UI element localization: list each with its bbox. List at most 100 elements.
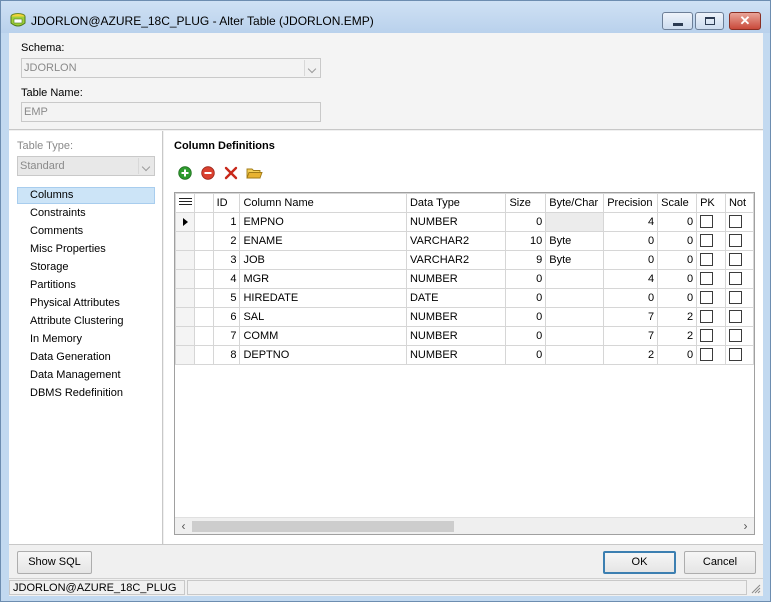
cell-not-null[interactable] [724,231,754,251]
pk-checkbox[interactable] [700,310,714,324]
not-null-checkbox[interactable] [728,329,742,343]
cell-precision[interactable]: 0 [603,288,659,308]
pk-checkbox[interactable] [700,253,714,267]
cell-not-null[interactable] [724,250,754,270]
cell-precision[interactable]: 7 [603,307,659,327]
cell-not-null[interactable] [724,345,754,365]
add-icon[interactable] [178,166,192,180]
cell-byte-char[interactable] [545,345,605,365]
scroll-left-icon[interactable]: ‹ [176,519,191,534]
not-null-checkbox[interactable] [728,272,742,286]
cell-size[interactable]: 0 [505,288,547,308]
cell-precision[interactable]: 4 [603,269,659,289]
cell-column-name[interactable]: HIREDATE [239,288,407,308]
nav-item-storage[interactable]: Storage [17,259,155,276]
header-scale[interactable]: Scale [657,193,698,213]
cell-precision[interactable]: 7 [603,326,659,346]
header-id[interactable]: ID [212,193,241,213]
cell-pk[interactable] [696,326,726,346]
cell-data-type[interactable]: NUMBER [405,345,507,365]
table-row[interactable]: 6 SAL NUMBER 0 7 2 [175,307,754,327]
cell-byte-char[interactable] [545,288,605,308]
cell-scale[interactable]: 2 [657,307,698,327]
cell-not-null[interactable] [724,326,754,346]
not-null-checkbox[interactable] [728,234,742,248]
cell-size[interactable]: 0 [505,307,547,327]
table-type-dropdown[interactable]: Standard [17,156,155,176]
pk-checkbox[interactable] [700,272,714,286]
row-header[interactable] [175,231,195,251]
cell-size[interactable]: 0 [505,269,547,289]
table-name-field[interactable]: EMP [21,102,321,122]
cell-size[interactable]: 9 [505,250,547,270]
row-header[interactable] [175,269,195,289]
row-header[interactable] [175,250,195,270]
cell-column-name[interactable]: EMPNO [239,212,407,232]
cell-byte-char[interactable] [545,307,605,327]
not-null-checkbox[interactable] [728,348,742,362]
cell-data-type[interactable]: NUMBER [405,212,507,232]
table-row[interactable]: 1 EMPNO NUMBER 0 4 0 [175,212,754,232]
grid-menu-header[interactable] [175,193,195,213]
table-row[interactable]: 4 MGR NUMBER 0 4 0 [175,269,754,289]
show-sql-button[interactable]: Show SQL [17,551,92,574]
nav-item-in-memory[interactable]: In Memory [17,331,155,348]
ok-button[interactable]: OK [603,551,676,574]
nav-item-physical-attributes[interactable]: Physical Attributes [17,295,155,312]
cell-byte-char[interactable]: Byte [545,250,605,270]
maximize-button[interactable] [695,12,724,30]
cell-pk[interactable] [696,307,726,327]
cell-size[interactable]: 0 [505,212,547,232]
remove-icon[interactable] [201,166,215,180]
delete-icon[interactable] [224,166,238,180]
nav-item-data-management[interactable]: Data Management [17,367,155,384]
cell-byte-char[interactable] [545,326,605,346]
cell-scale[interactable]: 0 [657,212,698,232]
pk-checkbox[interactable] [700,215,714,229]
cell-scale[interactable]: 0 [657,231,698,251]
not-null-checkbox[interactable] [728,215,742,229]
cell-precision[interactable]: 0 [603,231,659,251]
cell-scale[interactable]: 0 [657,288,698,308]
cell-column-name[interactable]: JOB [239,250,407,270]
cell-size[interactable]: 10 [505,231,547,251]
nav-item-partitions[interactable]: Partitions [17,277,155,294]
row-header[interactable] [175,212,195,232]
not-null-checkbox[interactable] [728,253,742,267]
cell-column-name[interactable]: DEPTNO [239,345,407,365]
cell-pk[interactable] [696,231,726,251]
cell-pk[interactable] [696,288,726,308]
resize-grip-icon[interactable] [751,584,761,594]
header-data-type[interactable]: Data Type [405,193,507,213]
row-header[interactable] [175,345,195,365]
cell-column-name[interactable]: SAL [239,307,407,327]
cell-data-type[interactable]: VARCHAR2 [405,231,507,251]
horizontal-scrollbar[interactable]: ‹ › [175,517,754,534]
row-header[interactable] [175,288,195,308]
cell-pk[interactable] [696,212,726,232]
cell-precision[interactable]: 2 [603,345,659,365]
cell-byte-char[interactable] [545,212,605,232]
cell-scale[interactable]: 2 [657,326,698,346]
cell-not-null[interactable] [724,307,754,327]
nav-item-misc-properties[interactable]: Misc Properties [17,241,155,258]
cell-byte-char[interactable]: Byte [545,231,605,251]
nav-item-dbms-redefinition[interactable]: DBMS Redefinition [17,385,155,402]
cell-precision[interactable]: 0 [603,250,659,270]
pk-checkbox[interactable] [700,291,714,305]
schema-dropdown[interactable]: JDORLON [21,58,321,78]
scroll-right-icon[interactable]: › [738,519,753,534]
nav-item-data-generation[interactable]: Data Generation [17,349,155,366]
cell-column-name[interactable]: COMM [239,326,407,346]
cell-size[interactable]: 0 [505,326,547,346]
pk-checkbox[interactable] [700,348,714,362]
table-row[interactable]: 7 COMM NUMBER 0 7 2 [175,326,754,346]
table-row[interactable]: 5 HIREDATE DATE 0 0 0 [175,288,754,308]
row-header[interactable] [175,307,195,327]
cell-precision[interactable]: 4 [603,212,659,232]
cell-data-type[interactable]: NUMBER [405,326,507,346]
nav-item-comments[interactable]: Comments [17,223,155,240]
cell-not-null[interactable] [724,269,754,289]
nav-item-columns[interactable]: Columns [17,187,155,204]
cell-data-type[interactable]: NUMBER [405,307,507,327]
